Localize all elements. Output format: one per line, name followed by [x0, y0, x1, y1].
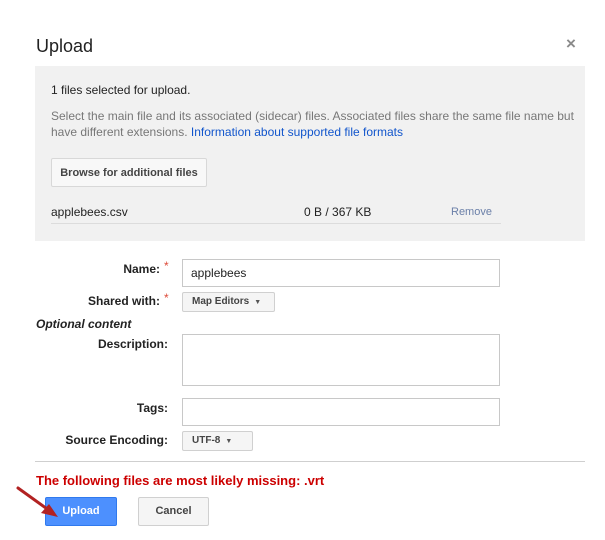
cancel-button[interactable]: Cancel	[138, 497, 209, 526]
shared-required-marker: *	[164, 291, 169, 305]
optional-content-heading: Optional content	[36, 317, 132, 331]
remove-file-link[interactable]: Remove	[451, 206, 492, 218]
chevron-down-icon: ▼	[225, 438, 233, 445]
source-encoding-label: Source Encoding:	[65, 433, 168, 447]
tags-label: Tags:	[136, 401, 168, 415]
name-label: Name:	[123, 262, 160, 276]
name-input[interactable]	[182, 259, 500, 287]
shared-with-label: Shared with:	[87, 294, 160, 308]
selected-count-text: 1 files selected for upload.	[51, 83, 191, 97]
file-name: applebees.csv	[51, 205, 128, 219]
tags-input[interactable]	[182, 398, 500, 426]
file-selection-panel: 1 files selected for upload. Select the …	[35, 66, 585, 241]
file-row: applebees.csv 0 B / 367 KB Remove	[51, 197, 501, 224]
browse-files-button[interactable]: Browse for additional files	[51, 158, 207, 187]
dialog-title: Upload	[36, 36, 94, 56]
description-textarea[interactable]	[182, 334, 500, 386]
missing-files-warning: The following files are most likely miss…	[36, 473, 325, 488]
shared-with-dropdown[interactable]: Map Editors ▼	[182, 292, 275, 312]
name-required-marker: *	[164, 259, 169, 273]
supported-formats-link[interactable]: Information about supported file formats	[191, 125, 403, 139]
close-icon[interactable]: ×	[566, 34, 576, 54]
sidecar-description: Select the main file and its associated …	[51, 108, 576, 140]
chevron-down-icon: ▼	[254, 299, 262, 306]
source-encoding-value: UTF-8	[192, 435, 221, 446]
file-progress: 0 B / 367 KB	[304, 205, 372, 219]
description-label: Description:	[97, 337, 168, 351]
footer-divider	[35, 461, 585, 462]
shared-with-value: Map Editors	[192, 296, 250, 307]
source-encoding-dropdown[interactable]: UTF-8 ▼	[182, 431, 253, 451]
annotation-arrow-icon	[16, 486, 58, 517]
